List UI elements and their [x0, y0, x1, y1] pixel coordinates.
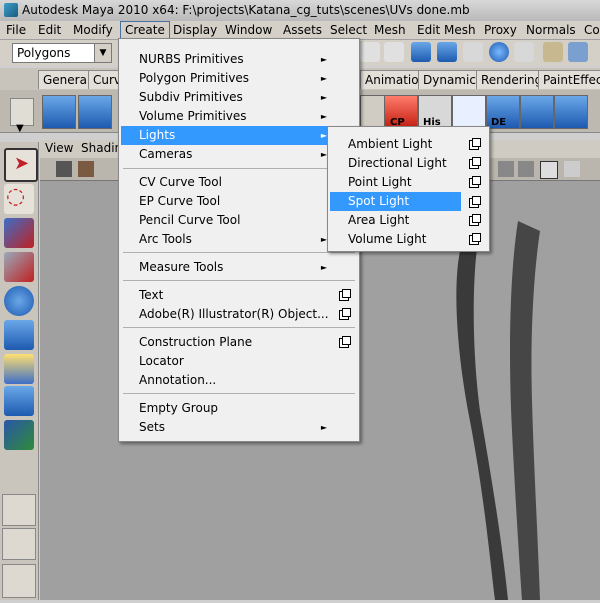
snap-curve-icon[interactable]: [360, 42, 380, 62]
menu-item-volume-primitives[interactable]: Volume Primitives ►: [121, 107, 357, 126]
menu-normals[interactable]: Normals: [526, 23, 576, 37]
render-settings-icon[interactable]: [463, 42, 483, 62]
option-box-icon[interactable]: [469, 176, 481, 188]
menu-item-lights[interactable]: Lights ►: [121, 126, 357, 145]
snap-point-icon[interactable]: [384, 42, 404, 62]
menu-item-nurbs-primitives[interactable]: NURBS Primitives ►: [121, 50, 357, 69]
lights-submenu: Ambient Light Directional Light Point Li…: [327, 126, 490, 252]
model-strand: [510, 221, 540, 600]
menu-display[interactable]: Display: [173, 23, 217, 37]
menu-item-volume-light[interactable]: Volume Light: [330, 230, 487, 249]
menu-create[interactable]: Create: [120, 21, 170, 39]
shelf-tool-icon[interactable]: [520, 95, 554, 129]
title-bar: Autodesk Maya 2010 x64: F:\projects\Kata…: [0, 0, 600, 22]
menu-set-dropdown[interactable]: Polygons ▼: [12, 43, 112, 63]
shelf-menu-arrow-icon: ▼: [16, 123, 24, 134]
four-pane-layout-icon[interactable]: [2, 528, 36, 560]
option-box-icon[interactable]: [469, 196, 481, 208]
menu-co[interactable]: Co: [584, 23, 600, 37]
shelf-history-icon[interactable]: His: [418, 95, 452, 129]
menu-item-arc-tools[interactable]: Arc Tools ►: [121, 230, 357, 249]
shelf-tool-icon[interactable]: [78, 95, 112, 129]
menu-item-sets[interactable]: Sets ►: [121, 418, 357, 437]
window-title: Autodesk Maya 2010 x64: F:\projects\Kata…: [22, 3, 470, 17]
lock-icon[interactable]: [543, 42, 563, 62]
menu-item-locator[interactable]: Locator: [121, 352, 357, 371]
scale-tool-icon[interactable]: [4, 320, 34, 350]
menu-item-measure-tools[interactable]: Measure Tools ►: [121, 258, 357, 277]
ipr-icon[interactable]: [437, 42, 457, 62]
create-menu: NURBS Primitives ► Polygon Primitives ► Su…: [118, 38, 360, 442]
tab-painteffects[interactable]: PaintEffects: [538, 70, 600, 89]
menu-file[interactable]: File: [6, 23, 26, 37]
option-box-icon[interactable]: [469, 138, 481, 150]
menu-item-ep-curve-tool[interactable]: EP Curve Tool: [121, 192, 357, 211]
menu-item-polygon-primitives[interactable]: Polygon Primitives ►: [121, 69, 357, 88]
rotate-tool-icon[interactable]: [4, 286, 34, 316]
menu-window[interactable]: Window: [225, 23, 272, 37]
menu-item-annotation[interactable]: Annotation...: [121, 371, 357, 390]
tab-rendering[interactable]: Rendering: [476, 70, 548, 89]
shelf-tool-icon[interactable]: [42, 95, 76, 129]
model-strand: [456, 241, 508, 600]
manipulator-tool-icon[interactable]: [4, 354, 34, 384]
shelf-cp-icon[interactable]: CP: [384, 95, 418, 129]
option-box-icon[interactable]: [339, 289, 351, 301]
menu-mesh[interactable]: Mesh: [374, 23, 406, 37]
maya-app-icon: [4, 3, 18, 17]
panel-tool-icon[interactable]: [498, 161, 514, 177]
menu-item-cameras[interactable]: Cameras ►: [121, 145, 357, 164]
menu-edit-mesh[interactable]: Edit Mesh: [417, 23, 476, 37]
paint-select-tool-icon[interactable]: [4, 218, 34, 248]
menu-item-directional-light[interactable]: Directional Light: [330, 154, 487, 173]
option-box-icon[interactable]: [469, 157, 481, 169]
bookmark-icon[interactable]: [78, 161, 94, 177]
tab-general[interactable]: General: [38, 70, 96, 89]
sphere-icon[interactable]: [489, 42, 509, 62]
panel-menu-view[interactable]: View: [45, 141, 73, 155]
panel-tool-icon[interactable]: [518, 161, 534, 177]
menu-select[interactable]: Select: [330, 23, 367, 37]
shelf-cube-icon[interactable]: [452, 95, 486, 129]
last-tool-icon[interactable]: [4, 420, 34, 450]
menu-item-cv-curve-tool[interactable]: CV Curve Tool: [121, 173, 357, 192]
outliner-layout-icon[interactable]: [2, 564, 36, 598]
select-tool-icon[interactable]: ➤: [4, 148, 38, 182]
render-icon[interactable]: [411, 42, 431, 62]
channel-box-icon[interactable]: [568, 42, 588, 62]
xray-icon[interactable]: [540, 161, 558, 179]
single-pane-layout-icon[interactable]: [2, 494, 36, 526]
camera-icon[interactable]: [56, 161, 72, 177]
option-box-icon[interactable]: [469, 233, 481, 245]
menu-item-area-light[interactable]: Area Light: [330, 211, 487, 230]
panel-menu-shading[interactable]: Shadin: [81, 141, 122, 155]
menu-item-empty-group[interactable]: Empty Group: [121, 399, 357, 418]
menu-item-ambient-light[interactable]: Ambient Light: [330, 135, 487, 154]
menu-proxy[interactable]: Proxy: [484, 23, 517, 37]
menu-assets[interactable]: Assets: [283, 23, 322, 37]
shelf-menu-icon[interactable]: [10, 98, 34, 126]
option-box-icon[interactable]: [339, 308, 351, 320]
shelf-tool-icon[interactable]: [554, 95, 588, 129]
move-tool-icon[interactable]: [4, 252, 34, 282]
menu-item-illustrator-object[interactable]: Adobe(R) Illustrator(R) Object...: [121, 305, 357, 324]
menu-item-point-light[interactable]: Point Light: [330, 173, 487, 192]
menu-item-pencil-curve-tool[interactable]: Pencil Curve Tool: [121, 211, 357, 230]
menu-item-text[interactable]: Text: [121, 286, 357, 305]
menu-item-construction-plane[interactable]: Construction Plane: [121, 333, 357, 352]
isolate-icon[interactable]: [564, 161, 580, 177]
soft-mod-tool-icon[interactable]: [4, 386, 34, 416]
chevron-down-icon: ▼: [94, 44, 111, 62]
option-box-icon[interactable]: [339, 336, 351, 348]
option-box-icon[interactable]: [469, 214, 481, 226]
shelf-de-icon[interactable]: DE: [486, 95, 520, 129]
menu-edit[interactable]: Edit: [38, 23, 61, 37]
menu-set-value: Polygons: [17, 46, 71, 60]
lasso-tool-icon[interactable]: ◌: [4, 184, 34, 214]
help-icon[interactable]: [514, 42, 534, 62]
menu-item-subdiv-primitives[interactable]: Subdiv Primitives ►: [121, 88, 357, 107]
menu-item-spot-light[interactable]: Spot Light: [330, 192, 461, 211]
menu-modify[interactable]: Modify: [73, 23, 113, 37]
